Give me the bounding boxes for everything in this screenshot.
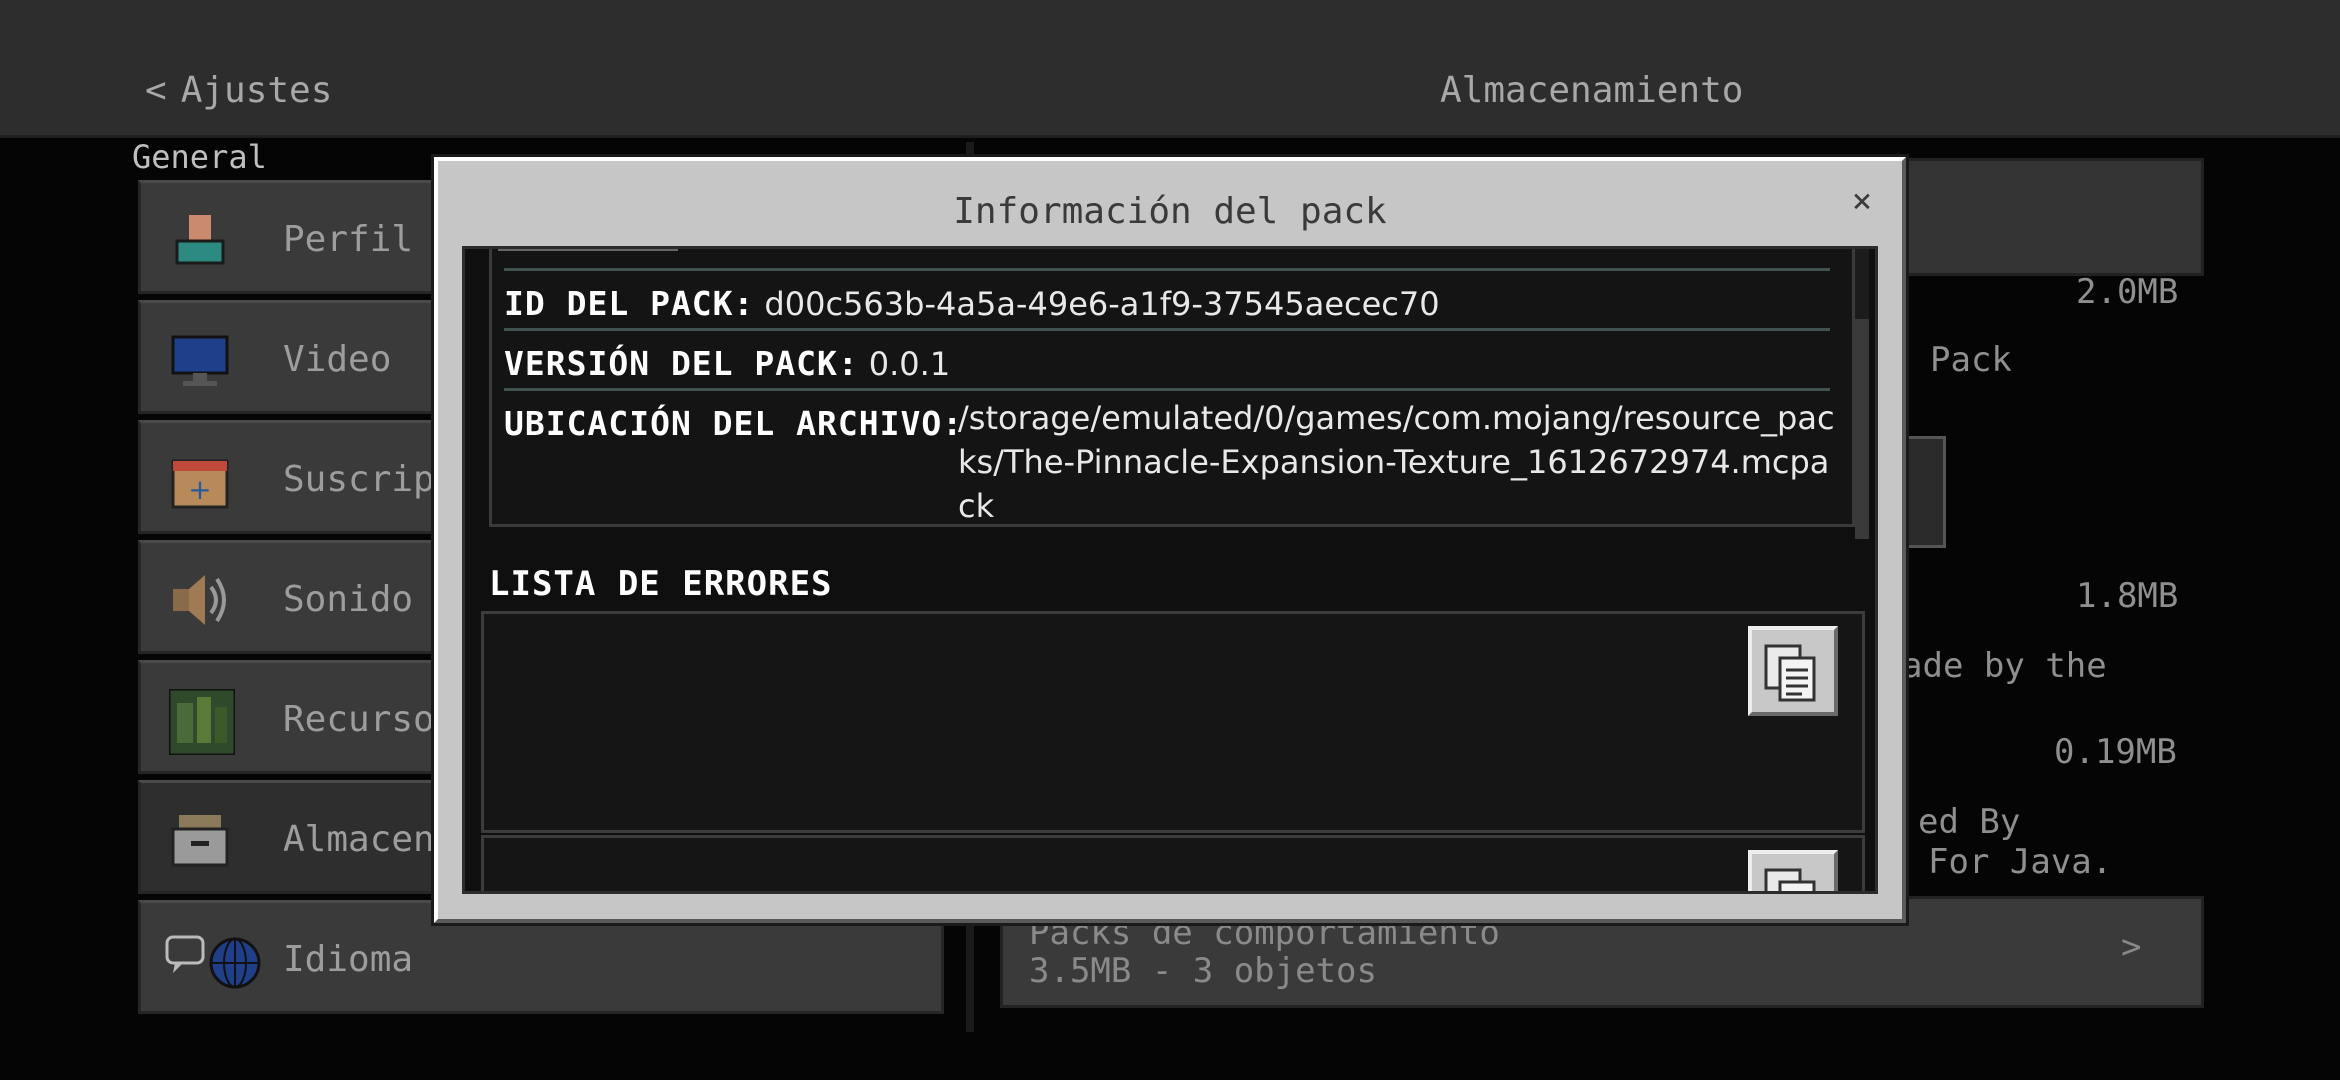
- pack-description-text: For Java.: [1928, 842, 2113, 882]
- file-location-row: UBICACIÓN DEL ARCHIVO:: [504, 404, 963, 443]
- sidebar-item-label: Recurso: [283, 699, 435, 740]
- sidebar-item-label: Suscrip: [283, 459, 435, 500]
- copy-icon: [1764, 644, 1816, 702]
- error-entry: [481, 835, 1865, 891]
- close-button[interactable]: ×: [1844, 183, 1880, 219]
- chevron-left-icon: <: [145, 70, 167, 111]
- file-location-label: UBICACIÓN DEL ARCHIVO:: [504, 404, 964, 443]
- divider: [504, 328, 1830, 331]
- behavior-packs-subtitle: 3.5MB - 3 objetos: [1029, 951, 1377, 991]
- pack-text: Pack: [1930, 340, 2012, 380]
- copy-button[interactable]: [1748, 626, 1838, 716]
- sidebar-item-label: Perfil: [283, 219, 414, 260]
- top-bar: < Ajustes Almacenamiento: [0, 0, 2340, 138]
- profile-icon: [169, 209, 231, 271]
- pack-id-value: d00c563b-4a5a-49e6-a1f9-37545aecec70: [764, 285, 1440, 323]
- monitor-icon: [169, 329, 231, 391]
- pack-details-box: ID DEL PACK: d00c563b-4a5a-49e6-a1f9-375…: [489, 246, 1855, 527]
- calendar-plus-icon: +: [169, 449, 231, 511]
- errors-list-title: LISTA DE ERRORES: [489, 564, 833, 604]
- action-button-stub[interactable]: [1554, 246, 1830, 249]
- pack-info-dialog: Información del pack × ID DEL PACK: d00c…: [434, 157, 1906, 923]
- size-label: 1.8MB: [2076, 576, 2179, 616]
- pack-version-row: VERSIÓN DEL PACK: 0.0.1: [504, 344, 950, 383]
- page-title: Almacenamiento: [1440, 70, 1744, 111]
- svg-text:+: +: [188, 473, 211, 506]
- pack-id-label: ID DEL PACK:: [504, 284, 755, 323]
- dialog-scroll-area[interactable]: ID DEL PACK: d00c563b-4a5a-49e6-a1f9-375…: [462, 246, 1878, 894]
- resource-pack-icon: [167, 687, 237, 757]
- chevron-right-icon: >: [2121, 927, 2142, 967]
- speaker-icon: [169, 569, 231, 631]
- copy-icon: [1764, 868, 1816, 891]
- pack-version-value: 0.0.1: [868, 345, 951, 383]
- storage-box-icon: [169, 809, 231, 871]
- pack-thumbnail: [498, 249, 678, 251]
- back-label: Ajustes: [180, 70, 333, 111]
- sidebar-item-label: Idioma: [283, 939, 414, 980]
- pack-description-text: ade by the: [1902, 646, 2107, 686]
- pack-description-text: ed By: [1918, 802, 2021, 842]
- sidebar-item-label: Almacen: [283, 819, 435, 860]
- size-label: 0.19MB: [2054, 732, 2177, 772]
- scrollbar-thumb[interactable]: [1855, 319, 1869, 539]
- sidebar-item-label: Video: [283, 339, 392, 380]
- pack-id-row: ID DEL PACK: d00c563b-4a5a-49e6-a1f9-375…: [504, 284, 1440, 323]
- sidebar-item-label: Sonido: [283, 579, 414, 620]
- divider: [504, 268, 1830, 271]
- dialog-title: Información del pack: [953, 191, 1387, 232]
- divider: [504, 388, 1830, 391]
- pack-version-label: VERSIÓN DEL PACK:: [504, 344, 859, 383]
- size-label: 2.0MB: [2076, 272, 2179, 312]
- language-globe-icon: [165, 929, 265, 991]
- file-location-value: /storage/emulated/0/games/com.mojang/res…: [958, 399, 1835, 525]
- section-title-general: General: [132, 138, 267, 176]
- back-button[interactable]: < Ajustes: [145, 70, 332, 111]
- error-entry: [481, 611, 1865, 833]
- copy-button[interactable]: [1748, 850, 1838, 891]
